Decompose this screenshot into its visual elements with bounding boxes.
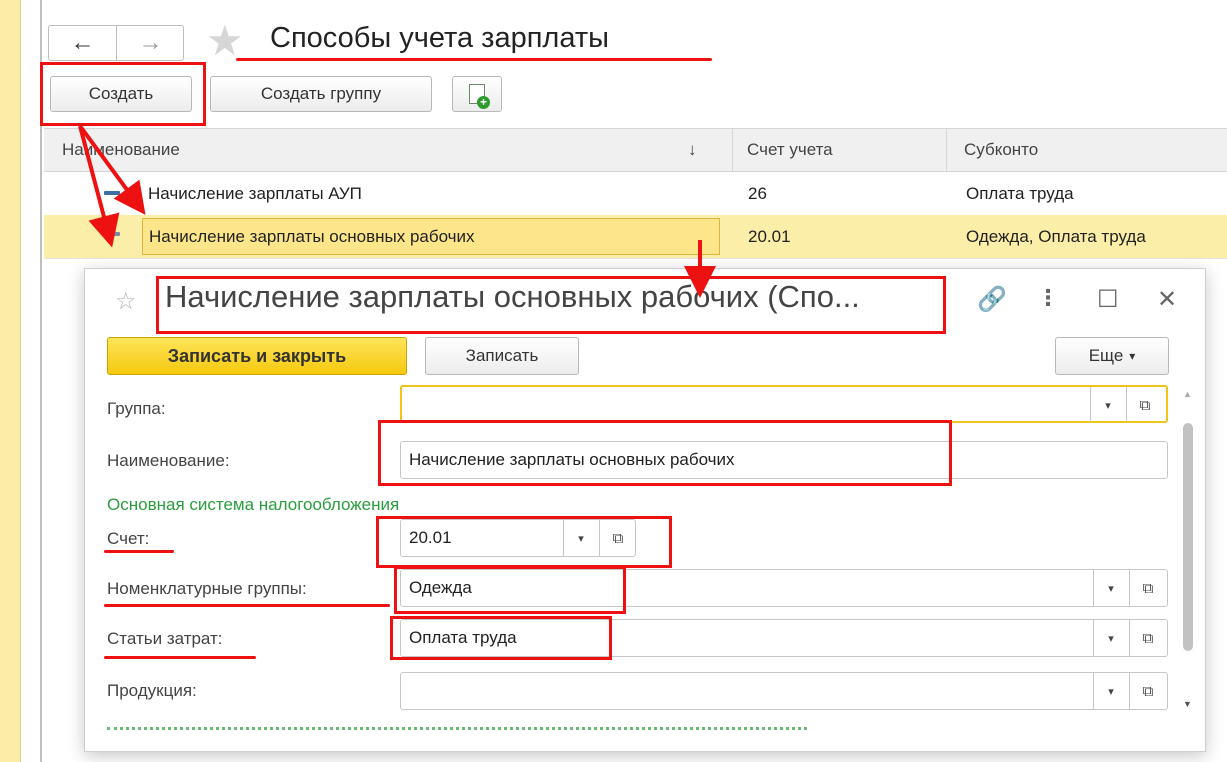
annotation-arrows (78, 124, 716, 298)
